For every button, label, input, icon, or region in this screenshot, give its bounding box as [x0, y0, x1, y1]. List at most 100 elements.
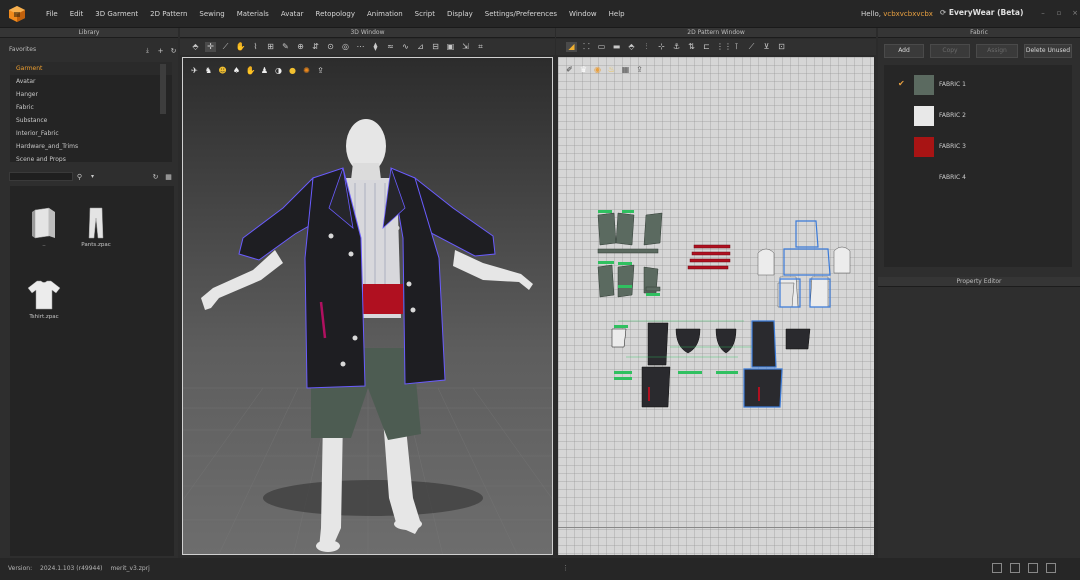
graphic-icon[interactable]: ▣: [445, 42, 456, 52]
file-item-pants[interactable]: Pants.zpac: [66, 206, 126, 248]
transform-pattern-icon[interactable]: ◢: [566, 42, 577, 52]
list-item-substance[interactable]: Substance: [10, 114, 172, 127]
pants-icon: [88, 207, 104, 239]
delete-unused-button[interactable]: Delete Unused: [1024, 44, 1072, 58]
library-view-tools: ↻ ▦: [150, 170, 174, 184]
hello-label: Hello,: [861, 10, 881, 18]
property-editor-title: Property Editor: [956, 278, 1002, 285]
list-item-scene[interactable]: Scene and Props: [10, 153, 172, 162]
add-fabric-button[interactable]: Add: [884, 44, 924, 58]
add-icon[interactable]: +: [155, 46, 166, 56]
library-search-input[interactable]: [9, 172, 73, 181]
tuck-icon[interactable]: ✋: [235, 42, 246, 52]
segment-sewing-icon[interactable]: ⚓: [671, 42, 682, 52]
menu-window[interactable]: Window: [563, 10, 603, 18]
library-scrollbar[interactable]: [160, 64, 166, 114]
fold-icon[interactable]: ⌇: [250, 42, 261, 52]
list-item-garment[interactable]: Garment: [10, 62, 172, 75]
menu-settings[interactable]: Settings/Preferences: [479, 10, 563, 18]
chevron-down-icon[interactable]: ▾: [87, 172, 98, 182]
search-icon[interactable]: ⚲: [74, 172, 85, 182]
pin-icon[interactable]: ⟋: [220, 42, 231, 52]
fabric-item-1[interactable]: ✔ FABRIC 1: [884, 73, 1072, 97]
fabric-item-4[interactable]: FABRIC 4: [884, 166, 1072, 190]
edit-pattern-icon[interactable]: ⸬: [581, 42, 592, 52]
menu-avatar[interactable]: Avatar: [275, 10, 310, 18]
button-tool-icon[interactable]: ⊙: [325, 42, 336, 52]
pattern-shirt-pieces: [757, 246, 851, 308]
menu-sewing[interactable]: Sewing: [193, 10, 230, 18]
arrange-icon[interactable]: ⊕: [295, 42, 306, 52]
topstitch-icon[interactable]: ⋯: [355, 42, 366, 52]
menu-animation[interactable]: Animation: [361, 10, 409, 18]
measure-icon[interactable]: ⊞: [265, 42, 276, 52]
texture-icon[interactable]: ⊟: [430, 42, 441, 52]
free-sewing-icon[interactable]: ⇅: [686, 42, 697, 52]
clo-logo-icon[interactable]: [8, 5, 26, 23]
zipper-icon[interactable]: ⧫: [370, 42, 381, 52]
transform-icon[interactable]: ⇲: [460, 42, 471, 52]
menu-edit[interactable]: Edit: [64, 10, 90, 18]
assign-fabric-button[interactable]: Assign: [976, 44, 1018, 58]
fabric-item-2[interactable]: FABRIC 2: [884, 104, 1072, 128]
fold-arrange-icon[interactable]: ⊏: [701, 42, 712, 52]
dart-icon[interactable]: ⫶: [641, 42, 652, 52]
close-icon[interactable]: ×: [1070, 9, 1080, 17]
file-item-parent[interactable]: ..: [14, 206, 74, 248]
trim-icon[interactable]: ⊿: [415, 42, 426, 52]
3d-viewport[interactable]: ✈ ♞ ☻ ♠ ✋ ♟ ◑ ● ✺ ⇪: [182, 57, 553, 555]
menu-script[interactable]: Script: [409, 10, 441, 18]
select-icon[interactable]: ⬘: [190, 42, 201, 52]
move-icon[interactable]: ✛: [205, 42, 216, 52]
maximize-icon[interactable]: ▫: [1054, 9, 1064, 17]
polygon-icon[interactable]: ▭: [596, 42, 607, 52]
file-item-tshirt[interactable]: Tshirt.zpac: [14, 278, 74, 320]
3d-toolbar: ⬘ ✛ ⟋ ✋ ⌇ ⊞ ✎ ⊕ ⇵ ⊙ ◎ ⋯ ⧫ ≈ ∿ ⊿ ⊟ ▣ ⇲ ⌗: [190, 40, 486, 54]
library-header: Library: [0, 28, 178, 38]
menu-retopology[interactable]: Retopology: [310, 10, 361, 18]
user-greeting[interactable]: Hello, vcbxvcbxvcbx: [861, 10, 933, 18]
grain-icon[interactable]: ⊺: [731, 42, 742, 52]
menu-help[interactable]: Help: [603, 10, 631, 18]
menu-display[interactable]: Display: [441, 10, 479, 18]
more-tools-icon[interactable]: ⌗: [475, 42, 486, 52]
stitch-icon[interactable]: ⇵: [310, 42, 321, 52]
download-icon[interactable]: ⤓: [142, 46, 153, 56]
internal-line-icon[interactable]: ⬘: [626, 42, 637, 52]
list-item-hanger[interactable]: Hanger: [10, 88, 172, 101]
menu-2d-pattern[interactable]: 2D Pattern: [144, 10, 193, 18]
notch-icon[interactable]: ⊻: [761, 42, 772, 52]
layout-3d-icon[interactable]: [1028, 563, 1038, 573]
button-2d-icon[interactable]: ⊡: [776, 42, 787, 52]
layout-single-icon[interactable]: [992, 563, 1002, 573]
buttonhole-icon[interactable]: ◎: [340, 42, 351, 52]
fabric-item-3[interactable]: FABRIC 3: [884, 135, 1072, 159]
status-grip-icon[interactable]: ⋮: [562, 564, 569, 572]
layout-2d-icon[interactable]: [1046, 563, 1056, 573]
list-item-fabric[interactable]: Fabric: [10, 101, 172, 114]
refresh-icon[interactable]: ↻: [168, 46, 179, 56]
minimize-icon[interactable]: –: [1038, 9, 1048, 17]
menu-3d-garment[interactable]: 3D Garment: [89, 10, 144, 18]
username[interactable]: vcbxvcbxvcbx: [883, 10, 933, 18]
trace-icon[interactable]: ⟋: [746, 42, 757, 52]
stitch-2d-icon[interactable]: ⋮⋮: [716, 42, 732, 52]
grid-view-icon[interactable]: ▦: [163, 172, 174, 182]
property-editor-body: [878, 288, 1080, 556]
workspace-selector[interactable]: ⟳ EveryWear (Beta): [940, 8, 1023, 17]
puckering-icon[interactable]: ≈: [385, 42, 396, 52]
list-item-avatar[interactable]: Avatar: [10, 75, 172, 88]
menu-materials[interactable]: Materials: [231, 10, 275, 18]
seam-icon[interactable]: ⊹: [656, 42, 667, 52]
refresh-icon[interactable]: ↻: [150, 172, 161, 182]
copy-fabric-button[interactable]: Copy: [930, 44, 970, 58]
menu-file[interactable]: File: [40, 10, 64, 18]
rectangle-icon[interactable]: ▬: [611, 42, 622, 52]
list-item-hardware[interactable]: Hardware_and_Trims: [10, 140, 172, 153]
list-item-interior-fabric[interactable]: Interior_Fabric: [10, 127, 172, 140]
layout-split-icon[interactable]: [1010, 563, 1020, 573]
piping-icon[interactable]: ∿: [400, 42, 411, 52]
2d-pattern-viewport[interactable]: ✐ ♛ ◉ ♨ ▦ ⇪: [558, 57, 874, 555]
3d-window-title: 3D Window: [350, 29, 385, 36]
brush-icon[interactable]: ✎: [280, 42, 291, 52]
